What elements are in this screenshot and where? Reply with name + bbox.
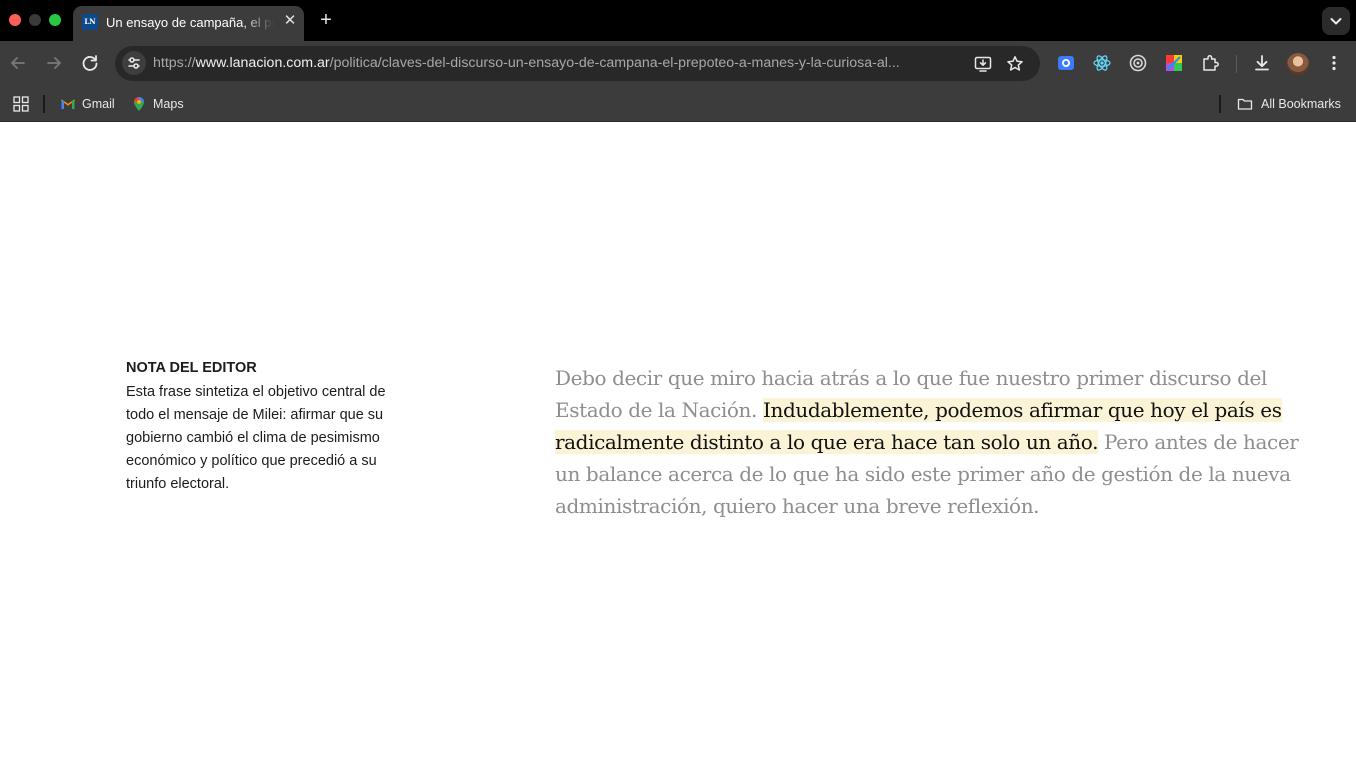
editor-note-heading: NOTA DEL EDITOR (126, 360, 257, 376)
arrow-left-icon (11, 57, 25, 69)
extensions-button[interactable] (1200, 53, 1220, 73)
speech-quote: Debo decir que miro hacia atrás a lo que… (555, 362, 1315, 522)
more-vertical-icon (1332, 55, 1336, 71)
target-extension-button[interactable] (1128, 53, 1148, 73)
tune-icon (128, 57, 140, 69)
install-app-button[interactable] (973, 54, 993, 74)
downloads-button[interactable] (1252, 53, 1272, 73)
url-scheme: https:// (153, 55, 196, 71)
browser-menu-button[interactable] (1324, 53, 1344, 73)
address-bar[interactable]: https://www.lanacion.com.ar/politica/cla… (115, 46, 1040, 81)
close-tab-icon[interactable]: ✕ (281, 12, 299, 30)
bookmark-star-button[interactable] (1005, 54, 1025, 74)
minimize-window-button[interactable] (29, 14, 41, 26)
all-bookmarks-button[interactable]: All Bookmarks (1261, 94, 1341, 114)
install-icon (974, 56, 992, 72)
site-info-button[interactable] (122, 51, 146, 75)
bookmarks-separator (43, 95, 45, 113)
url-text[interactable]: https://www.lanacion.com.ar/politica/cla… (153, 54, 963, 73)
browser-toolbar: https://www.lanacion.com.ar/politica/cla… (0, 41, 1356, 86)
chevron-down-icon (1330, 18, 1342, 25)
tab-title: Un ensayo de campaña, el prepoteo a Mane… (106, 15, 274, 30)
folder-outline-icon (1237, 98, 1253, 110)
back-button[interactable] (6, 51, 30, 75)
maps-icon[interactable] (131, 96, 147, 112)
apps-button[interactable] (13, 96, 29, 112)
tab-strip: LN Un ensayo de campaña, el prepoteo a M… (0, 0, 1356, 41)
forward-button[interactable] (42, 51, 66, 75)
la-nacion-favicon-icon: LN (82, 14, 98, 30)
bookmarks-bar: Gmail Maps All Bookmarks (0, 86, 1356, 122)
bookmark-gmail[interactable]: Gmail (82, 94, 115, 114)
download-icon (1255, 55, 1269, 71)
maps-pin-icon (134, 97, 144, 111)
profile-avatar[interactable] (1287, 53, 1309, 75)
url-path: /politica/claves-del-discurso-un-ensayo-… (329, 55, 900, 71)
tab-search-button[interactable] (1322, 7, 1350, 35)
page-content: NOTA DEL EDITOR Esta frase sintetiza el … (0, 122, 1356, 767)
bookmark-maps[interactable]: Maps (153, 94, 184, 114)
target-icon (1129, 54, 1147, 72)
react-devtools-extension-button[interactable] (1092, 53, 1112, 73)
active-tab[interactable]: LN Un ensayo de campaña, el prepoteo a M… (73, 6, 304, 41)
new-tab-button[interactable]: + (315, 9, 337, 31)
color-wheel-icon (1166, 55, 1182, 71)
apps-grid-icon (13, 96, 29, 112)
zoom-window-button[interactable] (49, 14, 61, 26)
puzzle-icon (1203, 54, 1219, 71)
toolbar-separator (1236, 55, 1237, 73)
react-icon (1093, 55, 1111, 71)
gmail-logo-icon (61, 99, 75, 109)
color-picker-extension-button[interactable] (1164, 53, 1184, 73)
star-icon (1007, 56, 1023, 71)
editor-note-body: Esta frase sintetiza el objetivo central… (126, 384, 386, 492)
bookmarks-separator-right (1219, 95, 1221, 113)
reload-icon (82, 55, 98, 71)
screen-recorder-extension-button[interactable] (1056, 53, 1076, 73)
editor-note: NOTA DEL EDITOR Esta frase sintetiza el … (126, 358, 406, 496)
record-icon (1058, 56, 1074, 70)
close-window-button[interactable] (9, 14, 21, 26)
folder-icon[interactable] (1237, 96, 1253, 112)
reload-button[interactable] (78, 51, 102, 75)
url-host: www.lanacion.com.ar (195, 55, 330, 71)
arrow-right-icon (47, 57, 61, 69)
gmail-icon[interactable] (60, 96, 76, 112)
